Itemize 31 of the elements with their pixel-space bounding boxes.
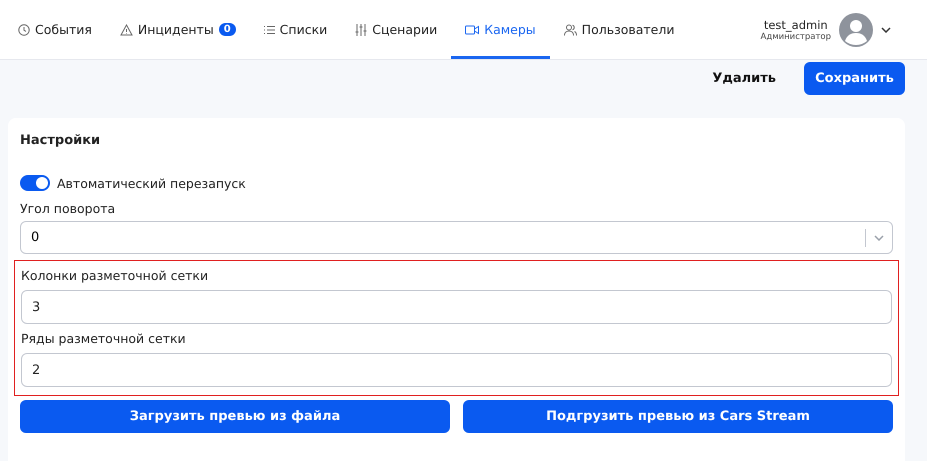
field-label: Ряды разметочной сетки bbox=[21, 331, 187, 346]
user-name: test_admin bbox=[764, 18, 828, 32]
input-field[interactable]: 2 bbox=[21, 353, 892, 387]
nav-tab[interactable]: Инциденты 0 bbox=[106, 0, 250, 59]
save-button[interactable]: Сохранить bbox=[804, 62, 905, 95]
nav-tab[interactable]: Сценарии bbox=[341, 0, 452, 59]
nav-tab[interactable]: Камеры bbox=[451, 0, 550, 59]
toggle-switch[interactable] bbox=[20, 175, 50, 191]
rotation-select[interactable]: 0 bbox=[20, 221, 893, 254]
toggle-label: Автоматический перезапуск bbox=[57, 176, 246, 190]
avatar-icon[interactable] bbox=[839, 12, 873, 46]
card-title: Настройки bbox=[20, 133, 102, 148]
chevron-down-icon[interactable] bbox=[881, 26, 891, 32]
user-role: Администратор bbox=[760, 32, 831, 42]
nav-tab[interactable]: Пользователи bbox=[550, 0, 688, 59]
preview-button[interactable]: Загрузить превью из файла bbox=[20, 400, 450, 433]
preview-button[interactable]: Подгрузить превью из Cars Stream bbox=[463, 400, 893, 433]
count-badge: 0 bbox=[218, 23, 236, 36]
nav-tab[interactable]: События bbox=[4, 0, 106, 59]
nav-tab[interactable]: Списки bbox=[250, 0, 342, 59]
users-icon bbox=[564, 24, 577, 36]
sliders-icon bbox=[355, 24, 368, 36]
chevron-down-icon bbox=[874, 234, 884, 240]
delete-button[interactable]: Удалить bbox=[700, 62, 788, 95]
warning-icon bbox=[120, 24, 133, 36]
field-label: Угол поворота bbox=[20, 201, 116, 216]
list-icon bbox=[264, 24, 275, 34]
clock-icon bbox=[18, 24, 30, 36]
field-label: Колонки разметочной сетки bbox=[21, 268, 210, 283]
input-field[interactable]: 3 bbox=[21, 290, 892, 324]
camera-icon bbox=[465, 24, 480, 34]
